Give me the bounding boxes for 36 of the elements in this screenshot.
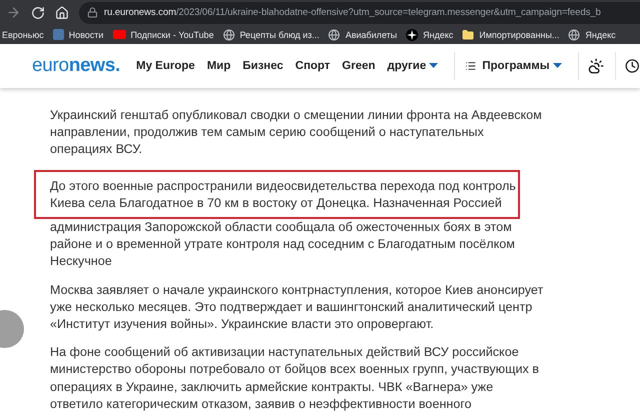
reload-icon[interactable] [31,6,45,20]
paragraph: Москва заявляет о начале украинского контрнаступления, которое Киев анонсирует уже несколько месяцев. Это подтверждает и вашингтонский аналитический центр «Институт изучения войны». Украинские власти это опровергают. [49,282,544,334]
site-logo[interactable]: euronews. [32,55,120,77]
paragraph: Украинский генштаб опубликовал сводки о смещении линии фронта на Авдеевском направлении, продолжив тем самым серию сообщений о наступательных операциях ВСУ. [49,107,543,158]
globe-icon [222,28,235,40]
forward-icon[interactable] [6,5,21,20]
globe-icon [568,28,580,40]
nav-link[interactable]: Green [342,60,376,72]
lock-icon [87,7,98,18]
nav-link[interactable]: Спорт [295,60,330,72]
caret-icon [552,63,562,69]
play-icon [112,30,126,39]
paragraph: До этого военные распространили видеосвидетельства перехода под контроль Киева села Благодатное в 70 км в востоку от Донецка. Назначенная Россией администрация Запорожской области сообщала об ожесточенных боях в этом районе и о временной утрате контроля над соседним с Благодатным посёлком Нескучное [34,170,640,271]
bookmark[interactable]: Импортированны... [462,28,560,40]
home-icon[interactable] [55,6,69,20]
bookmark[interactable]: Яндекс [406,28,454,40]
address-bar[interactable]: ru.euronews.com/2023/06/11/ukraine-blahodatne-offensive?utm_source=telegram.messenger&utm_campaign=feeds_b [79,2,640,24]
programs-menu[interactable]: Программы [482,60,562,72]
folder-icon [462,28,474,40]
nav-link[interactable]: другие [387,60,438,72]
nav-link[interactable]: Мир [206,60,231,72]
nav-link[interactable]: Бизнес [242,60,284,72]
bookmark[interactable]: Авиабилеты [328,28,397,40]
caret-icon [429,63,438,69]
vk-icon [52,29,64,40]
bookmark[interactable]: Подписки - YouTube [112,30,214,40]
clock-icon[interactable] [625,57,640,75]
bookmark[interactable]: Евроньюс [2,30,44,40]
weather-icon[interactable] [588,56,605,76]
bookmark[interactable]: Яндекс [568,28,616,40]
bookmark[interactable]: Новости [52,29,104,40]
paragraph: На фоне сообщений об активизации наступательных действий ВСУ российское министерство обороны потребовало от бойцов всех военных групп, участвующих в операциях в Украине, заключить армейские контракты. ЧВК «Вагнера» уже ответило категорическим отказом, заявив о неэффективности военного [49,344,540,413]
bookmark[interactable]: Рецепты блюд из... [222,28,320,40]
globe-icon [328,28,340,40]
star-icon [406,28,418,40]
nav-link[interactable]: My Europe [136,60,195,72]
